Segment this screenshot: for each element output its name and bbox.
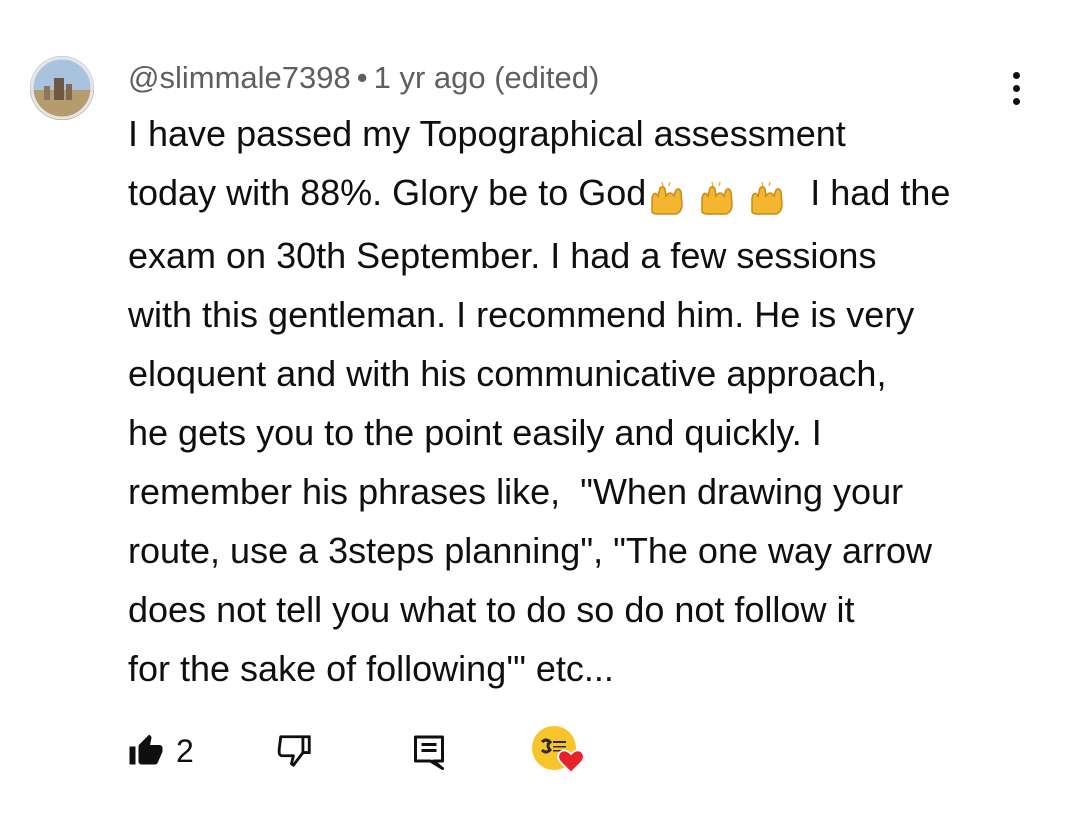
like-button[interactable]: 2 bbox=[128, 732, 194, 770]
comment-text-part2: I had the exam on 30th September. I had … bbox=[128, 172, 951, 689]
creator-heart-badge bbox=[532, 726, 592, 786]
author-avatar[interactable] bbox=[30, 56, 94, 120]
reply-button[interactable] bbox=[412, 734, 446, 775]
more-vert-icon-dot bbox=[1012, 84, 1020, 92]
like-count: 2 bbox=[176, 733, 194, 769]
raising-hands-emoji-group bbox=[648, 167, 796, 226]
more-vert-icon-dot bbox=[1012, 71, 1020, 79]
comment-actions: 2 bbox=[128, 720, 628, 780]
raising-hands-icon bbox=[651, 182, 784, 216]
author-avatar-image bbox=[30, 56, 94, 120]
comment-body: I have passed my Topographical assessmen… bbox=[128, 104, 1028, 698]
meta-separator: • bbox=[356, 60, 368, 95]
comment-time[interactable]: 1 yr ago (edited) bbox=[374, 60, 600, 95]
comment-thread: @slimmale7398 • 1 yr ago (edited) I have p… bbox=[0, 0, 1080, 828]
comment-header: @slimmale7398 • 1 yr ago (edited) bbox=[128, 56, 599, 100]
heart-icon bbox=[557, 749, 585, 774]
thumbs-up-icon bbox=[129, 734, 163, 765]
reply-icon bbox=[414, 735, 444, 770]
thumbs-down-icon bbox=[277, 735, 311, 767]
dislike-button[interactable] bbox=[276, 732, 314, 775]
author-handle[interactable]: @slimmale7398 bbox=[128, 60, 351, 95]
